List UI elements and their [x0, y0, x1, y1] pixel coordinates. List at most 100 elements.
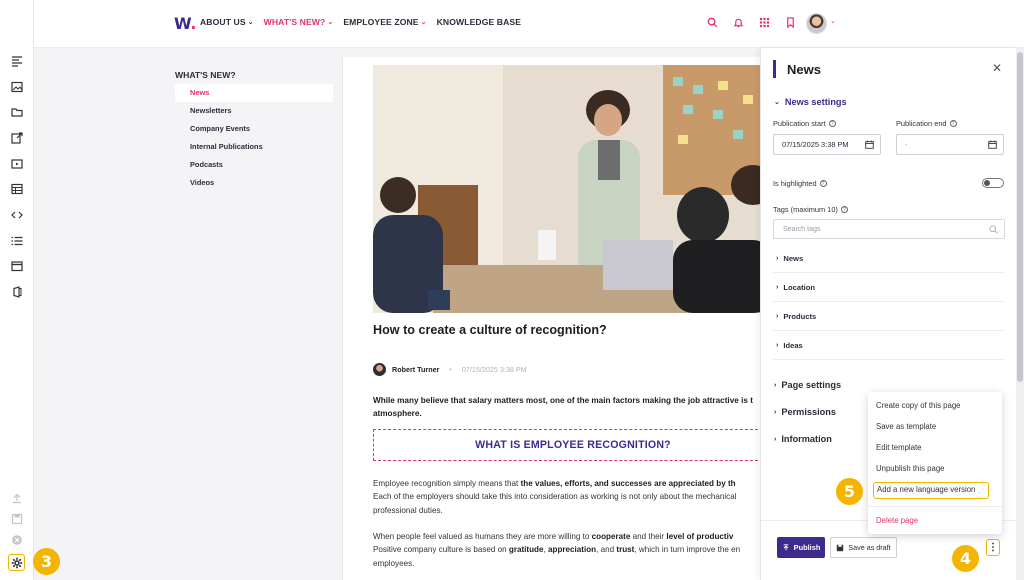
- chevron-down-icon[interactable]: ⌄: [830, 17, 836, 25]
- text-align-icon[interactable]: [9, 53, 25, 69]
- upload-icon[interactable]: [9, 490, 25, 506]
- calendar-icon[interactable]: [865, 140, 874, 149]
- news-settings-toggle[interactable]: ⌄ News settings: [774, 97, 847, 107]
- information-toggle[interactable]: › Information: [774, 434, 832, 444]
- chevron-right-icon: ›: [774, 408, 777, 416]
- header-actions: [706, 16, 796, 28]
- author-avatar[interactable]: [373, 363, 386, 376]
- menu-unpublish-page[interactable]: Unpublish this page: [875, 460, 945, 477]
- close-icon[interactable]: ✕: [992, 61, 1002, 75]
- calendar-icon[interactable]: [988, 140, 997, 149]
- tags-label: Tags (maximum 10)?: [773, 205, 848, 214]
- save-icon: [837, 544, 844, 551]
- is-highlighted-toggle[interactable]: [982, 178, 1004, 188]
- help-icon[interactable]: ?: [949, 120, 957, 127]
- left-tool-rail: [0, 0, 34, 580]
- section-subnav: WHAT'S NEW? News Newsletters Company Eve…: [175, 70, 333, 192]
- help-icon[interactable]: ?: [828, 120, 836, 127]
- more-options-button[interactable]: ⋮: [986, 539, 1000, 556]
- p1-bold: the values, efforts, and successes are a…: [520, 479, 736, 488]
- publication-start-input[interactable]: 07/15/2025 3:38 PM: [773, 134, 881, 155]
- tag-group-products[interactable]: › Products: [773, 302, 1005, 331]
- publish-button[interactable]: Publish: [777, 537, 825, 558]
- folder-icon[interactable]: [9, 104, 25, 120]
- office-icon[interactable]: [9, 284, 25, 300]
- save-icon[interactable]: [9, 511, 25, 527]
- article-paragraph-2: When people feel valued as humans they a…: [373, 530, 762, 570]
- permissions-toggle[interactable]: › Permissions: [774, 407, 836, 417]
- publication-end-input[interactable]: -: [896, 134, 1004, 155]
- article-callout-heading: WHAT IS EMPLOYEE RECOGNITION?: [373, 429, 762, 461]
- publish-icon: [783, 543, 789, 550]
- help-icon[interactable]: ?: [840, 206, 848, 213]
- subnav-item-news[interactable]: News: [175, 84, 333, 102]
- subnav-item-company-events[interactable]: Company Events: [175, 120, 333, 138]
- top-navigation-bar: W. ABOUT US ⌄ WHAT'S NEW? ⌄ EMPLOYEE ZONE ⌄…: [34, 0, 1024, 48]
- code-icon[interactable]: [9, 207, 25, 223]
- video-icon[interactable]: [9, 156, 25, 172]
- settings-gear-icon[interactable]: [8, 554, 25, 571]
- subnav-item-newsletters[interactable]: Newsletters: [175, 102, 333, 120]
- menu-delete-page[interactable]: Delete page: [875, 512, 918, 529]
- close-circle-icon[interactable]: [9, 532, 25, 548]
- table-icon[interactable]: [9, 181, 25, 197]
- article-lead: While many believe that salary matters m…: [373, 394, 762, 420]
- nav-employee-zone[interactable]: EMPLOYEE ZONE ⌄: [343, 17, 426, 27]
- menu-edit-template[interactable]: Edit template: [875, 439, 922, 456]
- tag-group-news[interactable]: › News: [773, 244, 1005, 273]
- subnav-item-internal-publications[interactable]: Internal Publications: [175, 138, 333, 156]
- bell-icon[interactable]: [732, 16, 744, 28]
- p2-bold-productivity: level of productiv: [666, 532, 734, 541]
- article-title: How to create a culture of recognition?: [373, 323, 607, 337]
- main-nav: ABOUT US ⌄ WHAT'S NEW? ⌄ EMPLOYEE ZONE ⌄ KN…: [200, 17, 521, 27]
- search-icon: [989, 225, 998, 234]
- p2-bold-gratitude: gratitude: [508, 545, 544, 555]
- bookmark-icon[interactable]: [784, 16, 796, 28]
- menu-save-as-template[interactable]: Save as template: [875, 418, 936, 435]
- nav-knowledge-base[interactable]: KNOWLEDGE BASE: [437, 17, 521, 27]
- meta-separator: •: [449, 365, 452, 374]
- p1-text: Employee recognition simply means that: [373, 479, 521, 488]
- chevron-right-icon: ›: [776, 283, 779, 291]
- image-icon[interactable]: [9, 79, 25, 95]
- p2-bold-cooperate: cooperate: [591, 532, 631, 541]
- list-icon[interactable]: [9, 233, 25, 249]
- tag-group-location[interactable]: › Location: [773, 273, 1005, 302]
- nav-whats-new[interactable]: WHAT'S NEW? ⌄: [264, 17, 334, 27]
- subnav-item-podcasts[interactable]: Podcasts: [175, 156, 333, 174]
- chevron-right-icon: ›: [774, 435, 777, 443]
- chevron-right-icon: ›: [776, 341, 779, 349]
- is-highlighted-label: Is highlighted?: [773, 179, 827, 188]
- scrollbar-thumb[interactable]: [1017, 52, 1023, 382]
- subnav-title: WHAT'S NEW?: [175, 70, 236, 80]
- edit-link-icon[interactable]: [9, 130, 25, 146]
- tags-search-input[interactable]: Search tags: [773, 219, 1005, 239]
- article-lead-line-2: atmosphere.: [373, 409, 422, 418]
- nav-about-us[interactable]: ABOUT US ⌄: [200, 17, 254, 27]
- p2-line-3: employees.: [373, 558, 415, 568]
- apps-grid-icon[interactable]: [758, 16, 770, 28]
- article-hero-image: [373, 65, 762, 313]
- page-actions-menu: Create copy of this page Save as templat…: [868, 392, 1002, 534]
- page-settings-toggle[interactable]: › Page settings: [774, 380, 841, 390]
- user-avatar[interactable]: [806, 13, 827, 34]
- search-icon[interactable]: [706, 16, 718, 28]
- company-logo[interactable]: W.: [174, 14, 196, 33]
- chevron-right-icon: ›: [774, 381, 777, 389]
- chevron-down-icon: ⌄: [247, 19, 254, 26]
- chevron-down-icon: ⌄: [774, 99, 780, 106]
- p2-bold-appreciation: appreciation: [548, 545, 597, 555]
- subnav-item-videos[interactable]: Videos: [175, 174, 333, 192]
- menu-create-copy[interactable]: Create copy of this page: [875, 397, 961, 414]
- window-icon[interactable]: [9, 258, 25, 274]
- chevron-right-icon: ›: [776, 254, 779, 262]
- author-name[interactable]: Robert Turner: [392, 365, 439, 374]
- tag-group-ideas[interactable]: › Ideas: [773, 331, 1005, 360]
- article-content: How to create a culture of recognition? …: [342, 57, 762, 580]
- menu-divider: [868, 506, 1002, 507]
- help-icon[interactable]: ?: [819, 180, 827, 187]
- step-badge-3: 3: [33, 548, 60, 575]
- save-as-draft-button[interactable]: Save as draft: [830, 537, 897, 558]
- chevron-right-icon: ›: [776, 312, 779, 320]
- menu-add-language-version[interactable]: Add a new language version: [873, 482, 989, 499]
